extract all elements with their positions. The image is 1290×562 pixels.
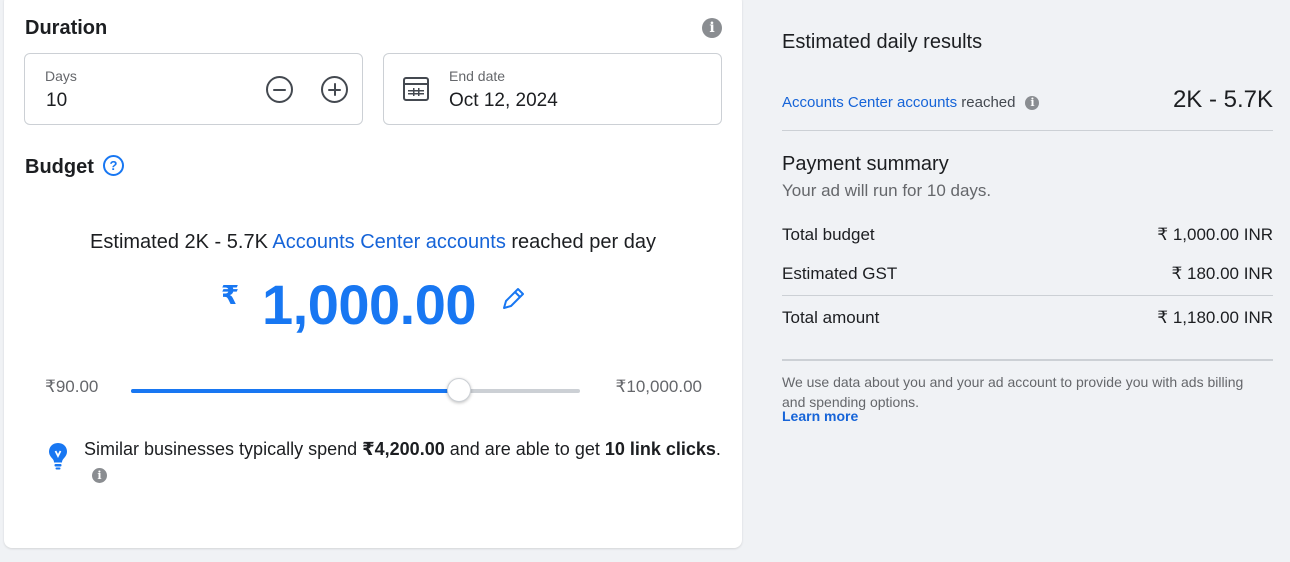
budget-slider-fill [131, 389, 459, 393]
total-amount-value: ₹ 1,180.00 INR [1157, 308, 1273, 327]
total-amount-label: Total amount [782, 308, 880, 327]
accounts-center-link[interactable]: Accounts Center accounts [272, 231, 505, 253]
budget-estimate-text: Estimated 2K - 5.7K Accounts Center acco… [90, 231, 656, 253]
calendar-icon [403, 77, 429, 101]
total-divider [782, 295, 1273, 296]
decrease-days-button[interactable] [266, 76, 293, 103]
minus-icon [273, 88, 286, 91]
billing-note: We use data about you and your ad accoun… [782, 374, 1244, 410]
increase-days-button[interactable] [321, 76, 348, 103]
budget-slider-thumb[interactable] [447, 378, 471, 402]
end-date-value[interactable]: Oct 12, 2024 [449, 90, 558, 112]
reach-info-icon[interactable]: i [1025, 96, 1040, 110]
tip-info-icon[interactable]: i [92, 468, 107, 483]
duration-info-icon[interactable]: i [702, 18, 722, 38]
budget-title: Budget [25, 156, 94, 178]
estimated-results-title: Estimated daily results [782, 31, 983, 53]
gst-value: ₹ 180.00 INR [1171, 264, 1273, 283]
budget-slider[interactable] [131, 378, 580, 402]
budget-amount: 1,000.00 [262, 273, 476, 336]
days-field[interactable]: Days 10 [24, 53, 363, 125]
similar-businesses-tip: Similar businesses typically spend ₹4,20… [84, 439, 721, 483]
slider-max-label: ₹10,000.00 [615, 377, 702, 396]
end-date-field[interactable]: End date Oct 12, 2024 [383, 53, 722, 125]
learn-more-link[interactable]: Learn more [782, 408, 858, 424]
budget-help-icon[interactable]: ? [103, 155, 124, 176]
reach-value: 2K - 5.7K [1172, 86, 1273, 113]
note-divider [782, 359, 1273, 361]
total-budget-value: ₹ 1,000.00 INR [1157, 225, 1273, 244]
edit-amount-pencil-icon[interactable] [498, 284, 528, 314]
duration-title: Duration [25, 17, 108, 39]
reach-label: Accounts Center accounts reached i [782, 94, 1040, 111]
total-budget-label: Total budget [782, 225, 875, 244]
payment-summary-subtitle: Your ad will run for 10 days. [782, 181, 992, 200]
currency-symbol: ₹ [221, 280, 240, 310]
budget-duration-card: Duration i Days 10 End date Oct 12, 2024… [4, 0, 742, 548]
lightbulb-icon [49, 443, 67, 470]
budget-amount-row: ₹ 1,000.00 [4, 272, 742, 342]
days-value[interactable]: 10 [46, 90, 67, 112]
gst-label: Estimated GST [782, 264, 898, 283]
days-label: Days [45, 68, 77, 84]
results-divider [782, 130, 1273, 131]
slider-min-label: ₹90.00 [45, 377, 99, 396]
reach-accounts-center-link[interactable]: Accounts Center accounts [782, 94, 957, 111]
payment-summary-title: Payment summary [782, 153, 949, 175]
end-date-label: End date [449, 68, 506, 84]
